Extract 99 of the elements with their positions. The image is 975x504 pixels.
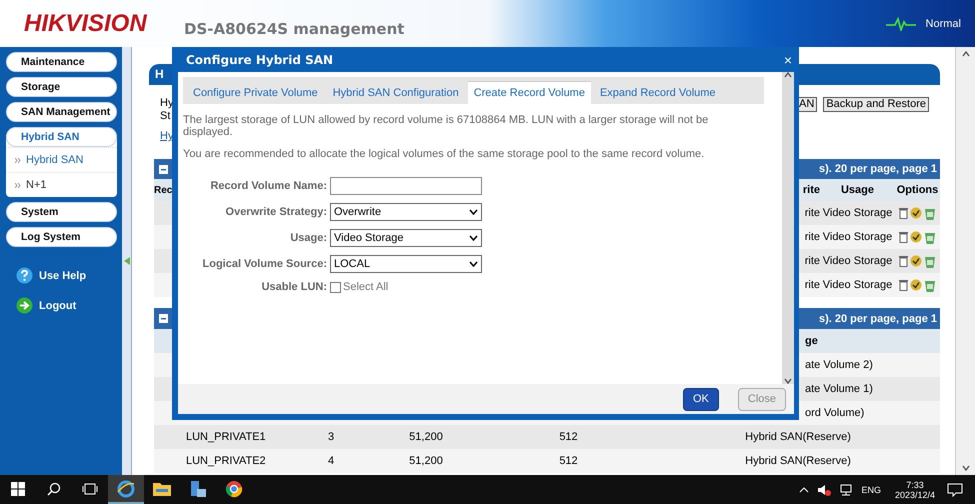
- help-icon: [16, 267, 33, 284]
- column-header: Rec: [154, 184, 174, 196]
- menu-item[interactable]: SAN Management: [6, 102, 117, 122]
- trash-icon[interactable]: [899, 279, 908, 291]
- chevron-down-icon: [469, 235, 478, 241]
- help-link[interactable]: Use Help: [16, 267, 122, 284]
- task-view-icon: [82, 482, 98, 494]
- chevron-down-icon: [469, 261, 478, 267]
- collapse-icon[interactable]: [159, 164, 168, 174]
- field-label: Record Volume Name:: [209, 180, 327, 192]
- page-scrollbar[interactable]: [955, 47, 975, 475]
- checkbox[interactable]: [330, 282, 341, 292]
- dropdown[interactable]: LOCAL: [330, 255, 482, 273]
- scroll-up-icon[interactable]: [962, 51, 970, 57]
- collapse-icon[interactable]: [159, 314, 168, 323]
- table-cell-text: ord Volume): [804, 407, 866, 419]
- chevron-down-icon: [469, 209, 478, 215]
- table-cell-text: 4: [326, 455, 336, 467]
- menu-item[interactable]: Log System: [6, 227, 117, 247]
- pulse-icon: [886, 16, 916, 30]
- notification-icon[interactable]: [947, 482, 963, 496]
- network-icon[interactable]: [839, 484, 854, 496]
- table-cell-text: 512: [558, 431, 579, 443]
- check-icon[interactable]: [910, 231, 922, 243]
- scroll-down-icon[interactable]: [784, 378, 792, 384]
- submenu-item[interactable]: N+1: [6, 172, 117, 197]
- tab[interactable]: Create Record Volume: [468, 81, 591, 104]
- table-cell-text: 512: [558, 455, 579, 467]
- language-indicator[interactable]: ENG: [861, 484, 881, 494]
- dropdown[interactable]: Video Storage: [330, 229, 482, 247]
- scroll-down-icon[interactable]: [962, 465, 970, 471]
- table-caption: s). 20 per page, page 1: [819, 163, 937, 175]
- table-cell-text: ate Volume 1): [804, 383, 874, 395]
- dropdown[interactable]: Overwrite: [330, 203, 482, 221]
- dialog-scrollbar[interactable]: [782, 72, 794, 384]
- logo: HIKVISION: [24, 10, 148, 38]
- column-header: Usage: [840, 184, 876, 196]
- info-text: You are recommended to allocate the logical volumes of the same storage pool to the same record volume.: [183, 148, 706, 160]
- taskbar-app[interactable]: [108, 475, 144, 504]
- info-text: The largest storage of LUN allowed by record volume is 67108864 MB. LUN with a larger storage will not be displayed.: [183, 114, 710, 138]
- trash-icon[interactable]: [899, 207, 908, 219]
- chevron-up-icon[interactable]: [799, 486, 810, 492]
- toolbar-button[interactable]: Backup and Restore: [823, 97, 929, 112]
- chevron-icon: [15, 182, 21, 188]
- chrome-icon[interactable]: [225, 480, 243, 498]
- status-text: Normal: [926, 18, 961, 30]
- check-icon[interactable]: [910, 279, 922, 291]
- column-header: rite: [802, 184, 820, 196]
- check-icon[interactable]: [910, 207, 922, 219]
- trash-icon[interactable]: [899, 255, 908, 267]
- server-app-icon[interactable]: [189, 480, 207, 498]
- scroll-up-icon[interactable]: [784, 72, 792, 78]
- input-field[interactable]: [330, 177, 482, 195]
- check-icon[interactable]: [910, 255, 922, 267]
- app-title: DS-A80624S management: [184, 20, 404, 38]
- table-cell-text: 51,200: [408, 431, 444, 443]
- logout-link[interactable]: Logout: [16, 297, 122, 314]
- arrow-right-icon: [16, 297, 33, 314]
- windows-icon: [11, 482, 25, 496]
- table-cell-text: rite: [804, 255, 820, 267]
- menu-item[interactable]: Maintenance: [6, 52, 117, 72]
- time-text: 7:33: [906, 480, 924, 490]
- table-cell-text: Hybrid SAN(Reserve): [744, 455, 852, 467]
- menu-item[interactable]: Storage: [6, 77, 117, 97]
- intro-text: St: [160, 110, 172, 123]
- menu-item[interactable]: Hybrid SAN: [6, 127, 117, 147]
- table-cell-text: Hybrid SAN(Reserve): [744, 431, 852, 443]
- field-label: Overwrite Strategy:: [224, 206, 327, 218]
- column-header: Options: [896, 184, 940, 196]
- submenu-item[interactable]: Hybrid SAN: [6, 147, 117, 172]
- table-cell-text: rite: [804, 279, 820, 291]
- ok-button[interactable]: OK: [682, 388, 719, 410]
- dialog-title: Configure Hybrid SAN: [186, 52, 334, 66]
- chevron-icon: [15, 158, 21, 162]
- table-cell-text: ate Volume 2): [804, 359, 874, 371]
- menu-item[interactable]: System: [6, 202, 117, 222]
- table-caption: s). 20 per page, page 1: [819, 312, 937, 324]
- table-cell-text: 51,200: [408, 455, 444, 467]
- trash-icon[interactable]: [899, 231, 908, 243]
- field-label: Usage:: [289, 232, 327, 244]
- table-cell-text: rite: [804, 207, 820, 219]
- field-label: Logical Volume Source:: [202, 258, 327, 270]
- table-cell-text: Video Storage: [822, 255, 894, 267]
- field-label: Usable LUN:: [260, 281, 327, 293]
- table-cell-text: Video Storage: [822, 207, 894, 219]
- clock[interactable]: 7:33 2023/12/4: [894, 480, 935, 500]
- table-cell-text: 3: [326, 431, 336, 443]
- search-icon: [47, 482, 61, 496]
- table-cell-text: Video Storage: [822, 279, 894, 291]
- speaker-muted-icon[interactable]: [817, 484, 832, 496]
- folder-icon[interactable]: [153, 481, 171, 496]
- table-cell-text: LUN_PRIVATE2: [185, 455, 267, 467]
- date-text: 2023/12/4: [894, 490, 935, 500]
- column-header: ge: [804, 335, 819, 347]
- table-cell-text: rite: [804, 231, 820, 243]
- browser-icon[interactable]: [117, 480, 135, 498]
- checkbox-label[interactable]: Select All: [343, 281, 388, 293]
- table-cell-text: Video Storage: [822, 231, 894, 243]
- table-cell-text: LUN_PRIVATE1: [185, 431, 267, 443]
